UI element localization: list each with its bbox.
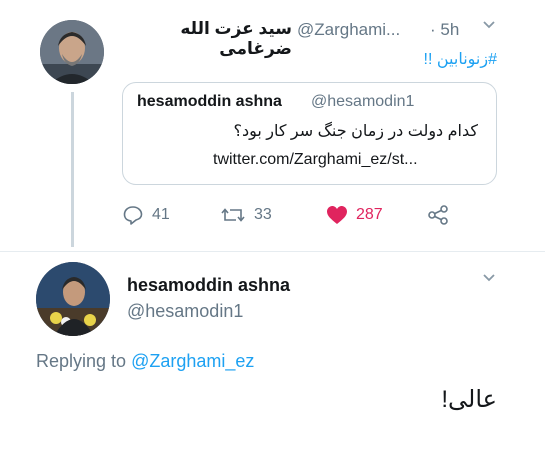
reply-count: 41 [152, 206, 170, 223]
chevron-down-icon[interactable] [482, 271, 496, 288]
like-button[interactable]: 287 [326, 201, 383, 229]
reply-author-handle[interactable]: @hesamodin1 [127, 301, 243, 322]
share-icon [428, 205, 448, 225]
replying-to-line: Replying to @Zarghami_ez [36, 351, 254, 372]
reply-icon [123, 206, 143, 225]
author-display-name[interactable]: سید عزت الله ضرغامی [122, 19, 292, 59]
replying-to-handle-link[interactable]: @Zarghami_ez [131, 351, 254, 371]
reply-author-name[interactable]: hesamoddin ashna [127, 275, 290, 296]
retweet-button[interactable]: 33 [220, 201, 272, 229]
divider [0, 251, 545, 252]
avatar[interactable] [36, 262, 110, 336]
chevron-down-icon[interactable] [482, 18, 496, 35]
tweet-text: #زنونابین !! [423, 51, 497, 68]
avatar-photo-icon [36, 262, 110, 336]
reply-text: عالی! [441, 386, 497, 413]
quoted-tweet-link[interactable]: twitter.com/Zarghami_ez/st... [213, 151, 418, 169]
replying-to-label: Replying to [36, 351, 127, 371]
reply-button[interactable]: 41 [122, 201, 170, 229]
retweet-icon [221, 208, 245, 222]
avatar-photo-icon [40, 20, 104, 84]
thread-connector-line [71, 92, 74, 247]
avatar[interactable] [40, 20, 104, 84]
quoted-author-handle: @hesamodin1 [311, 93, 415, 110]
quoted-tweet[interactable]: hesamoddin ashna @hesamodin1 کدام دولت د… [122, 82, 497, 185]
author-handle[interactable]: @Zarghami... [297, 20, 400, 40]
like-count: 287 [356, 206, 383, 223]
quoted-author-name: hesamoddin ashna [137, 93, 282, 110]
quoted-tweet-text: کدام دولت در زمان جنگ سر کار بود؟ [233, 123, 478, 140]
tweet-actions: 41 33 287 [122, 201, 462, 229]
retweet-count: 33 [254, 206, 272, 223]
share-button[interactable] [427, 201, 449, 229]
heart-icon [327, 206, 347, 224]
tweet-timestamp[interactable]: · 5h [430, 20, 459, 40]
